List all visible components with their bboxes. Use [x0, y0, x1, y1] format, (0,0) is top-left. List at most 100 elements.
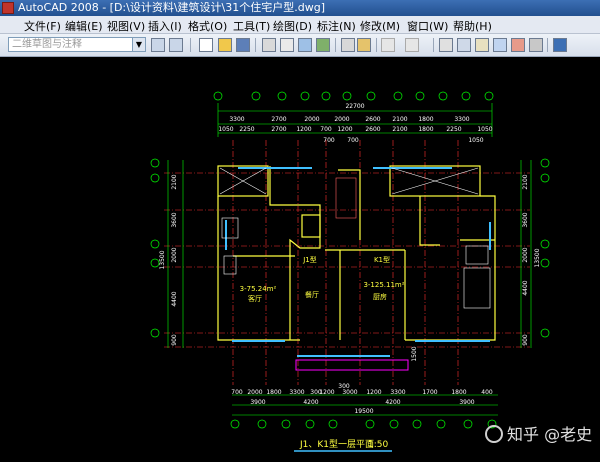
dim-top-3: 2000 [304, 116, 319, 123]
room-labels: J1型 K1型 3-75.24m² 3-125.11m² 客厅 餐厅 厨房 [240, 255, 405, 303]
menu-window[interactable]: 窗口(W) [407, 18, 448, 34]
workspace-combo[interactable]: 二维草图与注释 ▼ [8, 37, 146, 52]
dim-bot-10: 1700 [422, 389, 437, 396]
zhihu-logo-icon [485, 425, 503, 443]
menu-file[interactable]: 文件(F) [24, 18, 61, 34]
dim-bot-total: 19500 [354, 408, 373, 415]
axis-grid-lines [164, 140, 530, 385]
open-icon[interactable] [218, 38, 232, 52]
menu-draw[interactable]: 绘图(D) [273, 18, 312, 34]
menu-tools[interactable]: 工具(T) [233, 18, 270, 34]
dim-top2-11: 1050 [477, 126, 492, 133]
undo-icon[interactable] [381, 38, 395, 52]
print-icon[interactable] [262, 38, 276, 52]
dim-bot2-1: 3900 [250, 399, 265, 406]
drawing-title-block: J1、K1型一层平面 1:50 [294, 439, 392, 452]
dim-bot2-2: 4200 [303, 399, 318, 406]
dim-bot-12: 400 [481, 389, 493, 396]
toolbar-separator [335, 38, 336, 52]
room-label-kitchen: 厨房 [373, 292, 387, 301]
autocad-app-icon[interactable] [2, 2, 14, 14]
dim-top-2: 2700 [271, 116, 286, 123]
toolbar-separator [547, 38, 548, 52]
dim-left-3: 2000 [171, 247, 178, 262]
toolbar-separator [255, 38, 256, 52]
menu-view[interactable]: 视图(V) [107, 18, 145, 34]
menu-format[interactable]: 格式(O) [188, 18, 227, 34]
dim-left-1: 2100 [171, 174, 178, 189]
dim-bot-9: 3300 [390, 389, 405, 396]
stairs [295, 359, 409, 371]
designcenter-icon[interactable] [493, 38, 507, 52]
match-icon[interactable] [357, 38, 371, 52]
pan-icon[interactable] [439, 38, 453, 52]
redo-icon[interactable] [405, 38, 419, 52]
toolbar-separator [433, 38, 434, 52]
dim-bot-6: 1200 [319, 389, 334, 396]
save-icon[interactable] [236, 38, 250, 52]
floor-plan-drawing: 22700 3300 2700 2000 2000 2600 2100 1800… [150, 91, 550, 452]
dim-bot-mid: 1500 [411, 346, 418, 361]
room-area-right: 3-125.11m² [363, 281, 404, 289]
dim-top-1: 3300 [229, 116, 244, 123]
dim-left-4: 4400 [171, 291, 178, 306]
help-icon[interactable] [553, 38, 567, 52]
menu-insert[interactable]: 插入(I) [148, 18, 182, 34]
standard-toolbar: 二维草图与注释 ▼ [0, 34, 600, 57]
menu-dimension[interactable]: 标注(N) [317, 18, 356, 34]
dim-left-total: 13500 [159, 250, 166, 269]
new-icon[interactable] [199, 38, 213, 52]
dim-right-1: 2100 [522, 174, 529, 189]
toolpalette-icon[interactable] [511, 38, 525, 52]
menu-help[interactable]: 帮助(H) [453, 18, 492, 34]
walls [217, 165, 496, 341]
watermark: 知乎 @老史 [485, 421, 592, 445]
properties-icon[interactable] [475, 38, 489, 52]
dim-bot-4: 3300 [289, 389, 304, 396]
dim-bot-1: 700 [231, 389, 243, 396]
dim-top2-3: 2700 [271, 126, 286, 133]
room-area-left: 3-75.24m² [240, 285, 277, 293]
drawing-canvas[interactable]: 22700 3300 2700 2000 2000 2600 2100 1800… [0, 57, 600, 458]
dim-right-2: 3600 [522, 212, 529, 227]
menu-modify[interactable]: 修改(M) [360, 18, 400, 34]
dim-total-top: 22700 [345, 103, 364, 110]
room-label-living: 客厅 [248, 294, 262, 303]
dim-top-side: 1050 [468, 137, 483, 144]
dim-right-3: 2000 [522, 247, 529, 262]
toolbar-separator [190, 38, 191, 52]
dim-bot2-4: 3900 [459, 399, 474, 406]
dim-top-7: 1800 [418, 116, 433, 123]
dim-top-6: 2100 [392, 116, 407, 123]
dim-top3-1: 700 [323, 137, 335, 144]
title-bar: AutoCAD 2008 - [D:\设计资料\建筑设计\31个住宅户型.dwg… [0, 0, 600, 16]
menu-edit[interactable]: 编辑(E) [65, 18, 103, 34]
chevron-down-icon[interactable]: ▼ [132, 38, 145, 51]
dimension-lines [167, 103, 532, 416]
dim-left-2: 3600 [171, 212, 178, 227]
dim-bot-8: 1200 [366, 389, 381, 396]
workspace-settings-icon[interactable] [151, 38, 165, 52]
toolbar-separator [376, 38, 377, 52]
dim-bot-11: 1800 [451, 389, 466, 396]
workspace-lock-icon[interactable] [169, 38, 183, 52]
dim-bot2-3: 4200 [385, 399, 400, 406]
dim-top3-2: 700 [347, 137, 359, 144]
plot-icon[interactable] [316, 38, 330, 52]
drawing-scale: 1:50 [368, 440, 388, 450]
preview-icon[interactable] [280, 38, 294, 52]
dimension-texts: 22700 3300 2700 2000 2000 2600 2100 1800… [159, 103, 541, 415]
calculator-icon[interactable] [529, 38, 543, 52]
zoom-icon[interactable] [457, 38, 471, 52]
dim-top2-8: 2100 [392, 126, 407, 133]
dim-bot-small: 300 [338, 383, 350, 390]
dim-top2-10: 2250 [446, 126, 461, 133]
dim-top2-6: 1200 [337, 126, 352, 133]
dim-top2-2: 2250 [239, 126, 254, 133]
dim-top-5: 2600 [365, 116, 380, 123]
dim-top2-5: 700 [320, 126, 332, 133]
cut-icon[interactable] [341, 38, 355, 52]
dim-top2-4: 1200 [296, 126, 311, 133]
dim-right-total: 13500 [534, 248, 541, 267]
publish-icon[interactable] [298, 38, 312, 52]
